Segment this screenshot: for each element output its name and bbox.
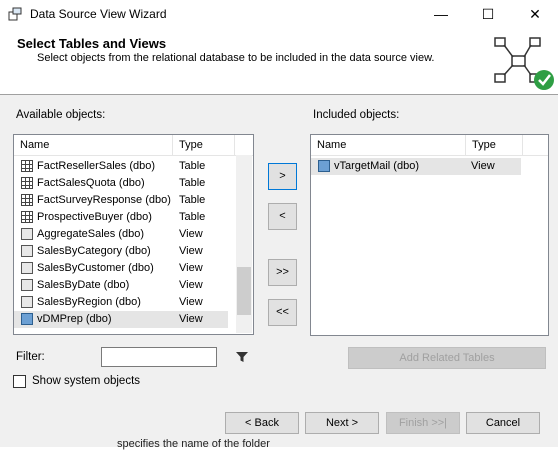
available-objects-list[interactable]: Name Type FactResellerSales (dbo) Table Fa… <box>13 134 254 335</box>
item-name: FactSurveyResponse (dbo) <box>37 194 171 206</box>
list-item[interactable]: FactResellerSales (dbo) Table <box>14 158 228 175</box>
item-type: View <box>179 313 203 325</box>
list-item[interactable]: FactSalesQuota (dbo) Table <box>14 175 228 192</box>
maximize-button[interactable]: ☐ <box>465 0 511 29</box>
add-all-button[interactable]: >> <box>268 259 297 286</box>
item-type: View <box>179 245 203 257</box>
filter-button[interactable] <box>231 347 253 366</box>
item-name: AggregateSales (dbo) <box>37 228 145 240</box>
table-icon <box>21 160 33 172</box>
background-document-text: specifies the name of the folder <box>117 438 270 450</box>
item-name: SalesByCategory (dbo) <box>37 245 151 257</box>
scrollbar-thumb[interactable] <box>237 267 251 315</box>
filter-label: Filter: <box>16 351 45 363</box>
funnel-icon <box>236 352 248 362</box>
data-source-view-icon <box>494 37 554 90</box>
item-type: Table <box>179 160 206 172</box>
item-name: vDMPrep (dbo) <box>37 313 112 325</box>
item-type: View <box>179 262 203 274</box>
view-icon <box>21 228 33 240</box>
view-icon <box>318 160 330 172</box>
item-type: View <box>179 279 203 291</box>
item-type: Table <box>179 211 206 223</box>
available-list-header: Name Type <box>14 135 253 156</box>
next-button[interactable]: Next > <box>305 412 379 434</box>
item-type: Table <box>179 194 206 206</box>
list-item[interactable]: SalesByRegion (dbo) View <box>14 294 228 311</box>
available-objects-label: Available objects: <box>16 109 106 121</box>
list-item[interactable]: ProspectiveBuyer (dbo) Table <box>14 209 228 226</box>
view-icon <box>21 313 33 325</box>
list-item[interactable]: AggregateSales (dbo) View <box>14 226 228 243</box>
view-icon <box>21 296 33 308</box>
filter-input[interactable] <box>101 347 217 367</box>
list-item[interactable]: vTargetMail (dbo) View <box>311 158 521 175</box>
show-system-objects-checkbox[interactable] <box>13 375 26 388</box>
item-type: View <box>179 296 203 308</box>
add-related-tables-button[interactable]: Add Related Tables <box>348 347 546 369</box>
item-name: SalesByCustomer (dbo) <box>37 262 154 274</box>
included-objects-label: Included objects: <box>313 109 400 121</box>
minimize-button[interactable]: — <box>418 0 464 29</box>
table-icon <box>21 211 33 223</box>
remove-all-button[interactable]: << <box>268 299 297 326</box>
item-name: SalesByRegion (dbo) <box>37 296 141 308</box>
item-name: FactSalesQuota (dbo) <box>37 177 145 189</box>
column-header-name[interactable]: Name <box>14 135 173 155</box>
list-item[interactable]: vDMPrep (dbo) View <box>14 311 228 328</box>
window-title: Data Source View Wizard <box>30 7 167 21</box>
remove-object-button[interactable]: < <box>268 203 297 230</box>
list-item[interactable]: SalesByDate (dbo) View <box>14 277 228 294</box>
item-type: Table <box>179 177 206 189</box>
check-icon <box>534 70 554 90</box>
back-button[interactable]: < Back <box>225 412 299 434</box>
list-item[interactable]: FactSurveyResponse (dbo) Table <box>14 192 228 209</box>
finish-button[interactable]: Finish >>| <box>386 412 460 434</box>
table-icon <box>21 194 33 206</box>
page-subtitle: Select objects from the relational datab… <box>37 52 435 64</box>
view-icon <box>21 245 33 257</box>
table-icon <box>21 177 33 189</box>
close-button[interactable]: ✕ <box>512 0 558 29</box>
item-type: View <box>179 228 203 240</box>
page-title: Select Tables and Views <box>17 36 167 51</box>
view-icon <box>21 279 33 291</box>
item-name: FactResellerSales (dbo) <box>37 160 155 172</box>
item-name: ProspectiveBuyer (dbo) <box>37 211 152 223</box>
column-header-name[interactable]: Name <box>311 135 466 155</box>
column-header-type[interactable]: Type <box>466 135 523 155</box>
item-name: vTargetMail (dbo) <box>334 160 419 172</box>
view-icon <box>21 262 33 274</box>
show-system-objects-label: Show system objects <box>32 375 141 387</box>
list-item[interactable]: SalesByCustomer (dbo) View <box>14 260 228 277</box>
add-object-button[interactable]: > <box>268 163 297 190</box>
included-list-header: Name Type <box>311 135 548 156</box>
item-type: View <box>471 160 495 172</box>
item-name: SalesByDate (dbo) <box>37 279 130 291</box>
list-item[interactable]: SalesByCategory (dbo) View <box>14 243 228 260</box>
cancel-button[interactable]: Cancel <box>466 412 540 434</box>
included-objects-list[interactable]: Name Type vTargetMail (dbo) View <box>310 134 549 336</box>
app-icon <box>8 7 22 21</box>
column-header-type[interactable]: Type <box>173 135 235 155</box>
